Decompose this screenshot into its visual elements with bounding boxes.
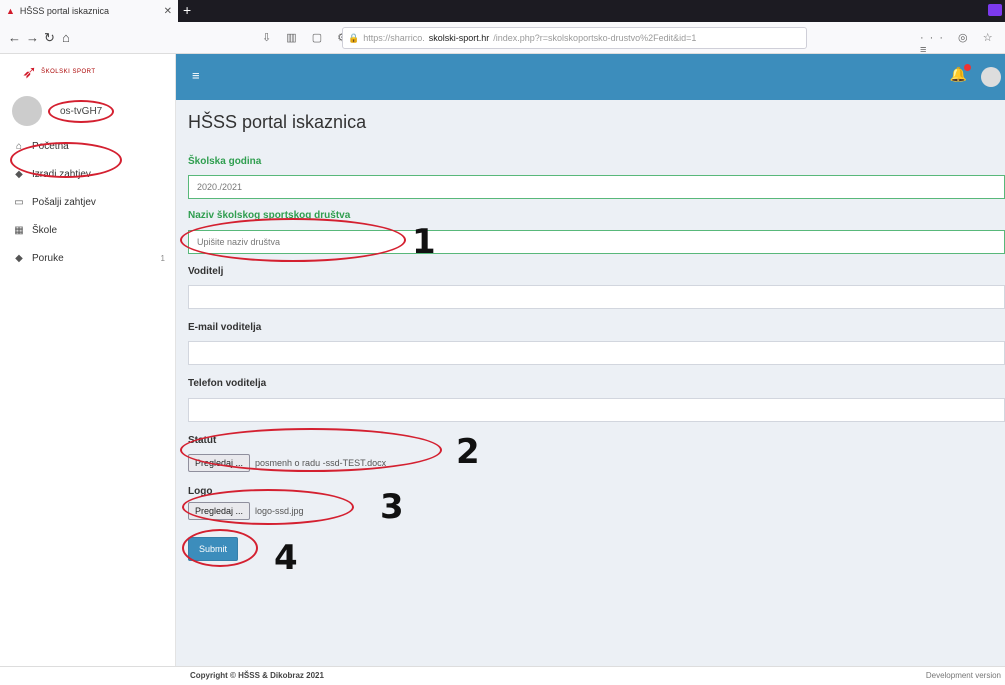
sidebar-item-label: Izradi zahtjev (32, 168, 91, 180)
annotation-number-2: 2 (456, 432, 480, 472)
logo-filename: logo-ssd.jpg (255, 506, 304, 516)
document-icon: ▭ (14, 196, 24, 208)
logo-file-input[interactable]: Pregledaj ... logo-ssd.jpg (188, 502, 304, 520)
main-content: HŠSS portal iskaznica Školska godina 202… (176, 100, 1005, 666)
brand-mark-icon: ➶ (22, 61, 38, 82)
school-year-field[interactable]: 2020./2021 (188, 175, 1005, 199)
tab-favicon-icon: ▲ (6, 6, 15, 16)
brand-logo[interactable]: ➶ ŠKOLSKI SPORT (0, 54, 175, 90)
footer: Copyright © HŠSS & Dikobraz 2021 Develop… (0, 666, 1005, 685)
statut-browse-button[interactable]: Pregledaj ... (188, 454, 251, 472)
school-year-label: Školska godina (188, 156, 262, 167)
notification-dot (964, 64, 971, 71)
url-path: /index.php?r=skolskoportsko-drustvo%2Fed… (493, 33, 697, 43)
logo-label: Logo (188, 486, 213, 497)
browser-tab[interactable]: ▲ HŠSS portal iskaznica ✕ (0, 0, 178, 22)
home-icon[interactable]: ⌂ (62, 30, 70, 45)
sidebar-item-label: Početna (32, 140, 69, 152)
sidebar: ➶ ŠKOLSKI SPORT os-tvGH7 ⌂ Početna ◆ Izr… (0, 54, 176, 666)
page-actions-icons[interactable]: ··· ◎ ☆ ≡ (920, 31, 1005, 56)
statut-filename: posmenh o radu -ssd-TEST.docx (255, 458, 387, 468)
browser-tab-bar: ▲ HŠSS portal iskaznica ✕ + (0, 0, 1005, 22)
sidebar-item-posalji-zahtjev[interactable]: ▭ Pošalji zahtjev (0, 188, 175, 216)
annotation-number-4: 4 (274, 538, 298, 578)
tag-icon: ◆ (15, 168, 23, 180)
leader-phone-input[interactable] (188, 398, 1005, 422)
copyright-text: Copyright © HŠSS & Dikobraz 2021 (190, 671, 324, 680)
sidebar-item-label: Škole (32, 224, 58, 236)
url-prefix: https://sharrico. (363, 33, 425, 43)
society-name-label: Naziv školskog sportskog društva (188, 210, 351, 221)
sidebar-item-label: Pošalji zahtjev (32, 196, 96, 208)
annotation-number-1: 1 (412, 222, 436, 262)
browser-toolbar: ← → ↻ ⌂ ⇩ ▥ ▢ ⚙ 🔒 https://sharrico. skols… (0, 22, 1005, 56)
page-title: HŠSS portal iskaznica (188, 112, 367, 132)
logo-browse-button[interactable]: Pregledaj ... (188, 502, 251, 520)
username: os-tvGH7 (48, 99, 115, 123)
leader-label: Voditelj (188, 266, 224, 277)
close-tab-icon[interactable]: ✕ (164, 6, 172, 17)
submit-button[interactable]: Submit (188, 537, 239, 561)
leader-phone-label: Telefon voditelja (188, 378, 267, 389)
tab-title: HŠSS portal iskaznica (19, 6, 109, 16)
statut-label: Statut (188, 435, 217, 446)
annotation-number-3: 3 (380, 487, 404, 527)
sidebar-item-izradi-zahtjev[interactable]: ◆ Izradi zahtjev (0, 160, 175, 188)
sidebar-item-pocetna[interactable]: ⌂ Početna (0, 132, 175, 160)
society-name-placeholder: Upišite naziv društva (197, 237, 281, 247)
building-icon: ▦ (14, 224, 24, 236)
new-tab-icon[interactable]: + (183, 2, 191, 18)
sidebar-item-label: Poruke (32, 252, 64, 264)
leader-email-input[interactable] (188, 341, 1005, 365)
back-icon[interactable]: ← (8, 30, 21, 45)
lock-icon: 🔒 (348, 32, 360, 43)
toolbar-icons[interactable]: ⇩ ▥ ▢ ⚙ (262, 31, 353, 44)
sidebar-item-poruke[interactable]: ◆ Poruke 1 (0, 244, 175, 272)
message-count-badge: 1 (160, 253, 165, 263)
home-icon: ⌂ (15, 140, 23, 152)
tag-icon: ◆ (15, 252, 23, 264)
url-domain: skolski-sport.hr (428, 33, 490, 43)
society-name-input[interactable]: Upišite naziv društva (188, 230, 1005, 254)
avatar (12, 96, 42, 126)
leader-input[interactable] (188, 285, 1005, 309)
reload-icon[interactable]: ↻ (44, 30, 55, 46)
statut-file-input[interactable]: Pregledaj ... posmenh o radu -ssd-TEST.d… (188, 454, 386, 472)
user-panel: os-tvGH7 (0, 90, 175, 132)
version-text: Development version (925, 671, 1001, 680)
menu-toggle-icon[interactable]: ≡ (192, 68, 200, 83)
school-year-value: 2020./2021 (197, 182, 243, 192)
forward-icon[interactable]: → (26, 30, 39, 45)
leader-email-label: E-mail voditelja (188, 322, 262, 333)
sidebar-item-skole[interactable]: ▦ Škole (0, 216, 175, 244)
url-bar[interactable]: 🔒 https://sharrico. skolski-sport.hr/inde… (342, 27, 807, 49)
brand-name: ŠKOLSKI SPORT (41, 69, 96, 75)
extension-icon[interactable] (988, 4, 1002, 16)
top-navbar: ≡ 🔔 (176, 54, 1005, 100)
user-avatar[interactable] (981, 67, 1001, 87)
